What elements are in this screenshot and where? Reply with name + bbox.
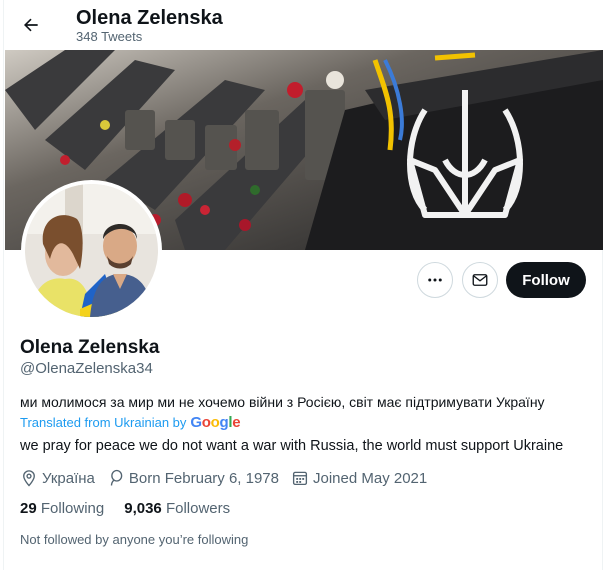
joined-text: Joined May 2021 (313, 469, 428, 487)
calendar-icon (292, 471, 308, 486)
birthday-text: Born February 6, 1978 (128, 469, 279, 487)
topbar-title: Olena Zelenska (76, 7, 223, 29)
followed-by-note: Not followed by anyone you’re following (20, 532, 249, 547)
arrow-left-icon (24, 18, 38, 32)
more-icon (428, 278, 442, 282)
location-text: Україна (42, 469, 95, 487)
translated-label: Translated from Ukrainian by (20, 415, 187, 430)
profile-handle: @OlenaZelenska34 (20, 360, 153, 377)
message-button[interactable] (462, 262, 498, 298)
avatar[interactable] (21, 180, 162, 321)
follow-button[interactable]: Follow (506, 262, 586, 298)
birthday-item: Born February 6, 1978 (107, 469, 279, 487)
followers-count: 9,036 (124, 500, 162, 517)
profile-name: Olena Zelenska (20, 337, 160, 358)
avatar-photo (25, 184, 158, 317)
top-bar: Olena Zelenska 348 Tweets (4, 0, 604, 50)
location-pin-icon (23, 470, 35, 487)
following-count: 29 (20, 500, 37, 517)
translated-bio-text: we pray for peace we do not want a war w… (20, 438, 564, 454)
profile-meta: Україна Born February 6, 1978 Joined May… (20, 469, 439, 487)
bio-text: ми молимося за мир ми не хочемо війни з … (20, 394, 545, 410)
translation-attribution[interactable]: Translated from Ukrainian by Google (20, 414, 241, 431)
following-link[interactable]: 29 Following (20, 500, 104, 517)
envelope-icon (472, 274, 488, 286)
balloon-icon (110, 469, 123, 486)
follow-stats: 29 Following 9,036 Followers (20, 500, 250, 517)
followers-label: Followers (165, 500, 231, 517)
followers-link[interactable]: 9,036 Followers (124, 500, 230, 517)
location-item: Україна (20, 469, 95, 487)
google-logo: Google (190, 414, 241, 431)
back-button[interactable] (14, 8, 48, 42)
more-button[interactable] (417, 262, 453, 298)
profile-page: Olena Zelenska 348 Tweets Follow Olena Z… (3, 0, 604, 570)
following-label: Following (40, 500, 105, 517)
tweet-count: 348 Tweets (76, 29, 143, 44)
joined-item: Joined May 2021 (291, 469, 427, 487)
